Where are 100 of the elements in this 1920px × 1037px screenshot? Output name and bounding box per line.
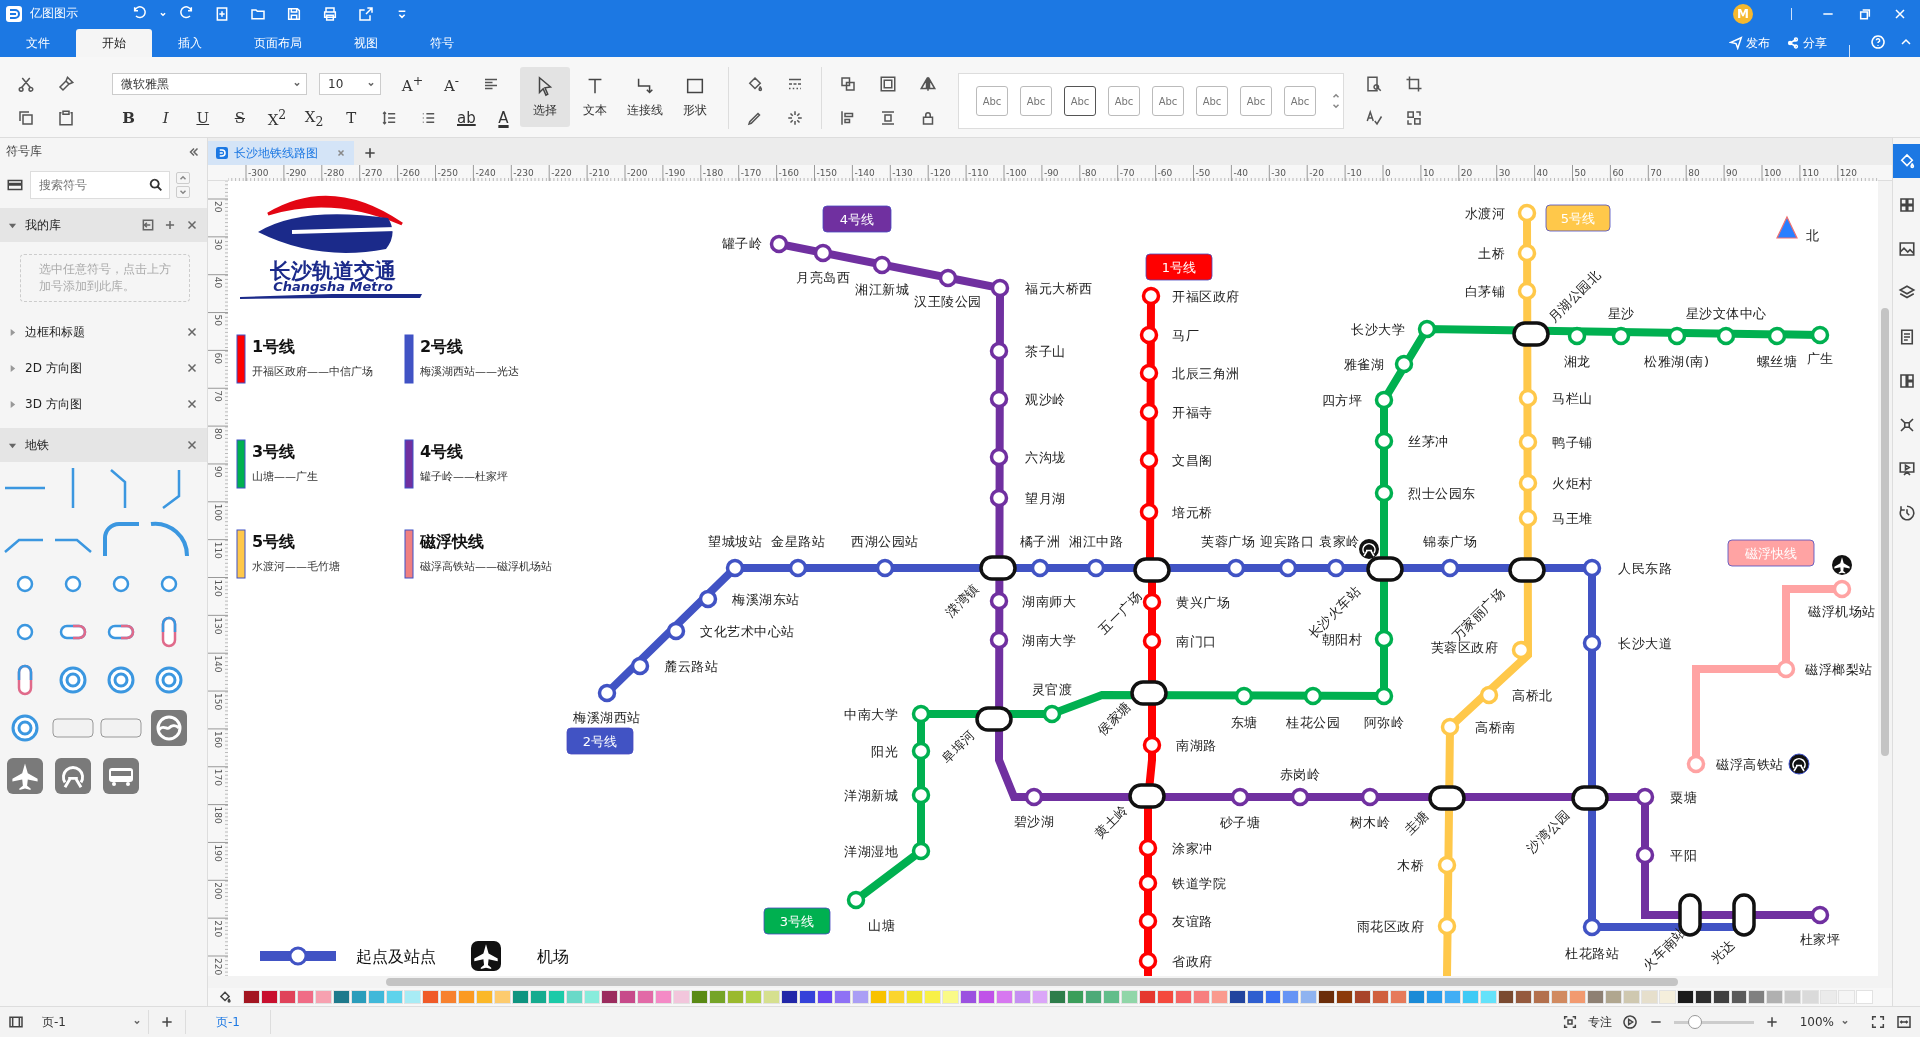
style-swatch[interactable]: Abc — [1064, 86, 1096, 116]
station-label: 迎宾路口 — [1260, 534, 1314, 549]
station-label: 开福区政府 — [1172, 289, 1240, 304]
style-swatch[interactable]: Abc — [1284, 86, 1316, 116]
ruler-label: 130 — [213, 617, 223, 635]
style-swatch[interactable]: Abc — [1152, 86, 1184, 116]
document-tab[interactable]: 长沙地铁线路图 — [208, 141, 354, 165]
ruler-label: -110 — [968, 168, 989, 178]
page-tab[interactable]: 页-1 — [185, 1010, 271, 1034]
ruler-label: 30 — [1498, 168, 1511, 178]
superscript-button[interactable]: X$^{2}$ — [260, 105, 294, 131]
station-label: 鸭子铺 — [1552, 435, 1593, 450]
station-label: 培元桥 — [1172, 505, 1213, 520]
share-button[interactable]: 分享 — [1778, 29, 1835, 57]
station-label: 雨花区政府 — [1356, 919, 1424, 934]
highlight-button[interactable]: ab — [449, 105, 483, 131]
bold-button[interactable]: B — [112, 105, 146, 131]
ruler-label: 100 — [213, 503, 223, 521]
search-field[interactable]: 搜索符号 — [30, 171, 170, 199]
legend-route: 梅溪湖西站——光达 — [420, 365, 519, 378]
library-section[interactable]: 3D 方向图 — [0, 386, 207, 422]
italic-button[interactable]: I — [149, 105, 183, 131]
station-label: 锦泰广场 — [1423, 534, 1477, 549]
ruler-label: -180 — [702, 168, 724, 178]
tool-button[interactable]: 选择 — [520, 67, 570, 127]
ruler-label: -250 — [437, 168, 458, 178]
station-label: 湘江中路 — [1069, 534, 1123, 549]
subscript-button[interactable]: X$_{2}$ — [297, 105, 331, 131]
key-label: 机场 — [537, 947, 569, 966]
menu-tab[interactable]: 页面布局 — [228, 29, 328, 57]
legend-title: 5号线 — [252, 532, 296, 551]
font-family-dropdown[interactable]: 微软雅黑 — [112, 73, 307, 95]
focus-label[interactable]: 专注 — [1587, 1013, 1612, 1031]
station-label: 南湖路 — [1176, 738, 1217, 753]
font-color-button[interactable]: A — [486, 105, 521, 131]
publish-button[interactable]: 发布 — [1721, 29, 1778, 57]
ruler-label: -120 — [930, 168, 951, 178]
page-dropdown[interactable]: 页-1 — [34, 1010, 149, 1034]
station-label: 芙蓉广场 — [1201, 534, 1255, 549]
font-size-dropdown[interactable]: 10 — [319, 73, 381, 95]
style-swatch[interactable]: Abc — [976, 86, 1008, 116]
menu-tab[interactable]: 文件 — [0, 29, 76, 57]
tool-button[interactable]: 形状 — [670, 67, 720, 127]
station-label: 高桥北 — [1512, 688, 1553, 703]
ruler-label: -270 — [361, 168, 383, 178]
text-style-button[interactable]: T — [334, 105, 368, 131]
ruler-label: 200 — [213, 882, 223, 900]
line-badge: 5号线 — [1545, 204, 1611, 232]
tool-button[interactable]: 文本 — [570, 67, 620, 127]
station-label: 火炬村 — [1552, 476, 1593, 491]
ruler-label: 0 — [1385, 168, 1391, 178]
station-label: 友谊路 — [1172, 914, 1213, 929]
library-section[interactable]: 我的库 — [0, 208, 207, 242]
station-label: 五一广场 — [1095, 587, 1145, 637]
ruler-label: -300 — [248, 168, 269, 178]
zoom-dropdown[interactable]: 100% — [1799, 1015, 1850, 1029]
ruler-label: 210 — [213, 920, 223, 938]
ruler-label: 70 — [1650, 168, 1662, 178]
key-label: 起点及站点 — [356, 947, 436, 966]
station-label: 文化艺术中心站 — [700, 624, 795, 639]
tool-button[interactable]: 连接线 — [620, 67, 670, 127]
station-label: 福元大桥西 — [1025, 281, 1093, 296]
shrink-font-button[interactable]: A$^{-}$ — [434, 71, 469, 97]
ruler-label: -90 — [1043, 168, 1059, 178]
ruler-label: 90 — [1726, 168, 1738, 178]
menu-tab[interactable]: 开始 — [76, 29, 152, 57]
station-label: 光达 — [1707, 936, 1738, 967]
station-label: 马栏山 — [1552, 391, 1593, 406]
station-label: 湘龙 — [1563, 354, 1591, 369]
strikethrough-button[interactable]: S — [223, 105, 257, 131]
library-section[interactable]: 边框和标题 — [0, 314, 207, 350]
line-badge: 3号线 — [763, 907, 831, 935]
ruler-label: 180 — [213, 806, 223, 824]
legend-route: 磁浮高铁站——磁浮机场站 — [420, 560, 552, 573]
library-section[interactable]: 2D 方向图 — [0, 350, 207, 386]
ruler-label: -130 — [892, 168, 913, 178]
ruler-label: -30 — [1271, 168, 1286, 178]
ruler-label: -80 — [1081, 168, 1097, 178]
station-label: 袁家岭 — [1319, 534, 1360, 549]
ruler-label: -10 — [1347, 168, 1362, 178]
station-label: 观沙岭 — [1025, 392, 1066, 407]
ruler-label: -190 — [664, 168, 686, 178]
library-section[interactable]: 地铁 — [0, 428, 207, 462]
menu-tab[interactable]: 符号 — [404, 29, 480, 57]
style-swatch[interactable]: Abc — [1108, 86, 1140, 116]
ruler-label: -160 — [778, 168, 800, 178]
style-swatch[interactable]: Abc — [1196, 86, 1228, 116]
station-label: 磁浮机场站 — [1808, 604, 1876, 619]
style-swatch[interactable]: Abc — [1240, 86, 1272, 116]
menu-tab[interactable]: 视图 — [328, 29, 404, 57]
ruler-label: -20 — [1309, 168, 1324, 178]
menu-tab[interactable]: 插入 — [152, 29, 228, 57]
station-label: 六沟垅 — [1025, 450, 1066, 465]
grow-font-button[interactable]: A$^{+}$ — [395, 71, 430, 97]
ruler-label: -150 — [816, 168, 837, 178]
ruler-label: 80 — [213, 428, 223, 440]
style-swatch[interactable]: Abc — [1020, 86, 1052, 116]
station-label: 月亮岛西 — [796, 270, 850, 285]
underline-button[interactable]: U — [186, 105, 220, 131]
station-label: 丝茅冲 — [1408, 434, 1449, 449]
